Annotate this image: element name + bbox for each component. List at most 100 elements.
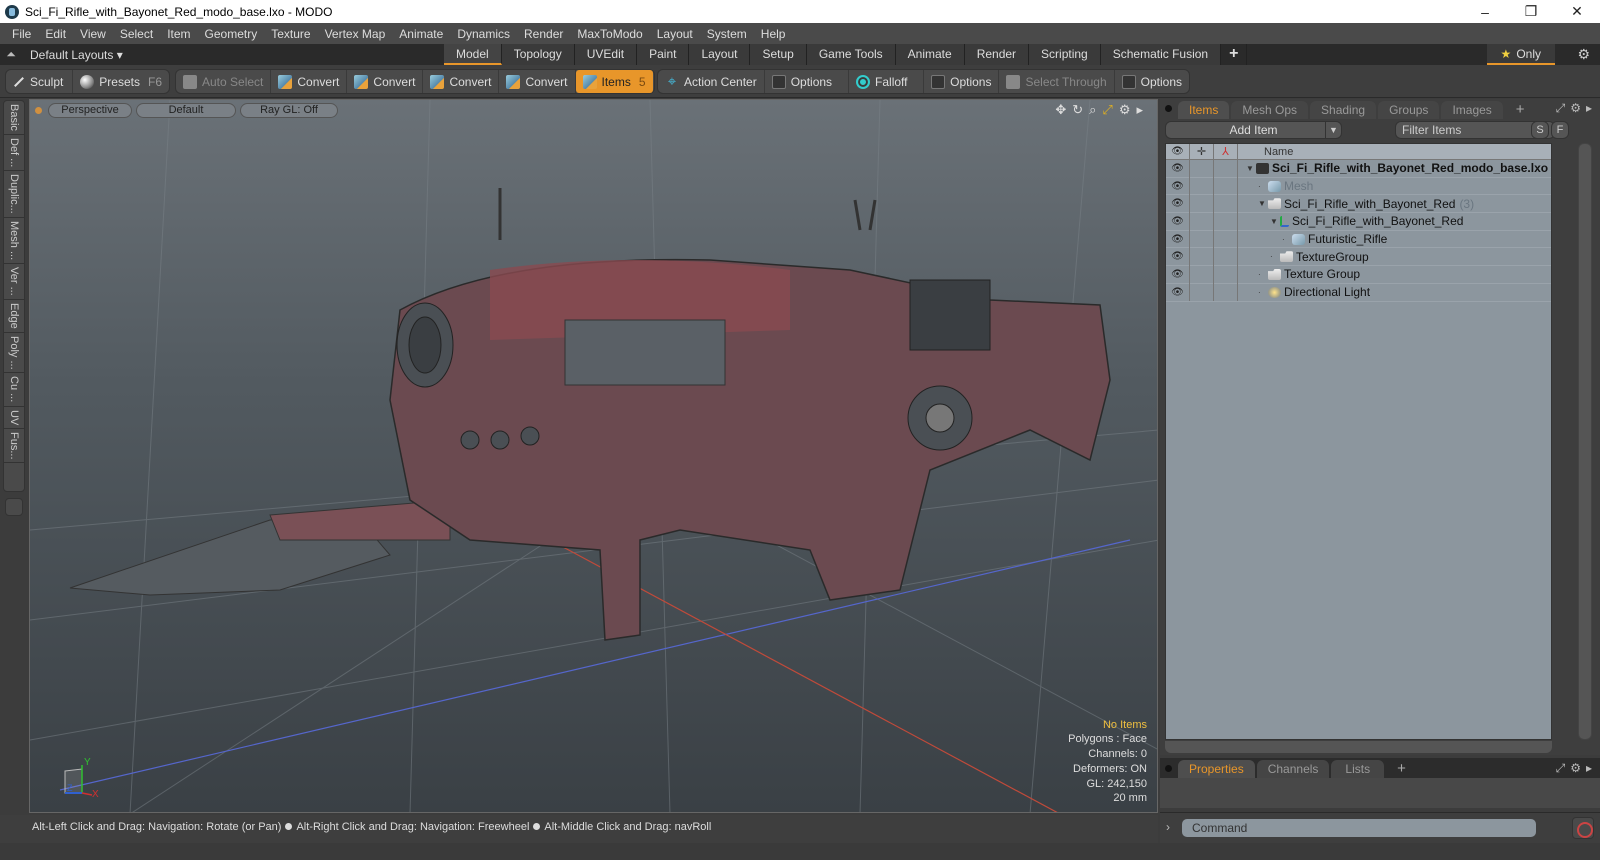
items-mode-button[interactable]: Items 5 <box>575 70 653 93</box>
tab-channels[interactable]: Channels <box>1256 760 1330 778</box>
vtab-fusion[interactable]: Fus... <box>4 429 24 464</box>
add-item-button[interactable]: Add Item ▼ <box>1165 121 1342 139</box>
zoom-icon[interactable]: ⌕ <box>1089 102 1096 118</box>
expand-arrow-icon[interactable]: ▸ <box>1136 102 1143 118</box>
only-toggle[interactable]: ★ Only <box>1486 44 1555 65</box>
vtab-curve[interactable]: Cu ... <box>4 373 24 407</box>
panel-menu-dot[interactable] <box>1165 105 1172 112</box>
viewport-gear-icon[interactable]: ⚙ <box>1119 102 1131 118</box>
f-filter-button[interactable]: F <box>1551 121 1569 139</box>
view-type-dropdown[interactable]: Perspective <box>48 102 132 118</box>
3d-viewport[interactable]: Perspective Default Ray GL: Off ✥ ↻ ⌕ ⤢ … <box>29 99 1158 813</box>
tree-row[interactable]: 👁 · Futuristic_Rifle <box>1166 230 1551 249</box>
tab-animate[interactable]: Animate <box>895 44 965 65</box>
panel-gear-icon[interactable]: ⚙ <box>1570 101 1581 116</box>
tab-setup[interactable]: Setup <box>750 44 807 65</box>
tab-properties[interactable]: Properties <box>1178 760 1255 778</box>
visibility-eye-icon[interactable]: 👁 <box>1171 216 1184 227</box>
vtab-polygon[interactable]: Poly ... <box>4 333 24 374</box>
tab-groups[interactable]: Groups <box>1378 101 1440 119</box>
lock-cell[interactable] <box>1190 265 1214 284</box>
menu-layout[interactable]: Layout <box>650 27 700 41</box>
expand-triangle-icon[interactable]: ▼ <box>1246 164 1256 173</box>
convert-vertices-button[interactable]: Convert <box>271 70 348 93</box>
pop-out-icon[interactable]: ⤢ <box>1556 761 1566 776</box>
close-button[interactable]: ✕ <box>1554 0 1600 23</box>
convert-materials-button[interactable]: Convert <box>499 70 576 93</box>
tree-row[interactable]: 👁 · TextureGroup <box>1166 247 1551 267</box>
lock-cell[interactable] <box>1190 159 1214 178</box>
vtab-edge[interactable]: Edge <box>4 300 24 333</box>
lock-cell[interactable] <box>1190 247 1214 266</box>
visibility-eye-icon[interactable]: 👁 <box>1171 234 1184 245</box>
visibility-eye-icon[interactable]: 👁 <box>1171 251 1184 262</box>
panel-gear-icon[interactable]: ⚙ <box>1570 761 1581 776</box>
vtab-deform[interactable]: Def ... <box>4 135 24 172</box>
record-macro-button[interactable] <box>1572 817 1594 839</box>
menu-geometry[interactable]: Geometry <box>198 27 265 41</box>
tree-row[interactable]: 👁 · Directional Light <box>1166 283 1551 302</box>
lock-cell[interactable] <box>1190 177 1214 195</box>
tab-scripting[interactable]: Scripting <box>1029 44 1101 65</box>
tree-row[interactable]: 👁 · Mesh <box>1166 177 1551 196</box>
tree-horizontal-scrollbar[interactable] <box>1165 741 1552 753</box>
pan-icon[interactable]: ✥ <box>1055 102 1066 118</box>
tab-uvedit[interactable]: UVEdit <box>574 44 638 65</box>
default-layouts-dropdown[interactable]: Default Layouts ▾ <box>30 48 123 62</box>
rotate-icon[interactable]: ↻ <box>1072 102 1083 118</box>
tab-shading[interactable]: Shading <box>1310 101 1377 119</box>
chevron-down-icon[interactable]: ▼ <box>1325 122 1341 138</box>
vtab-basic[interactable]: Basic <box>4 101 24 135</box>
menu-maxtomodo[interactable]: MaxToModo <box>570 27 649 41</box>
presets-button[interactable]: Presets F6 <box>73 70 169 93</box>
menu-help[interactable]: Help <box>754 27 793 41</box>
tab-schematic-fusion[interactable]: Schematic Fusion <box>1100 44 1222 65</box>
collapse-arrow-icon[interactable]: ⏶ <box>0 47 22 62</box>
tree-row[interactable]: 👁 · Texture Group <box>1166 265 1551 284</box>
expand-triangle-icon[interactable]: ▼ <box>1258 199 1268 208</box>
viewport-menu-dot[interactable] <box>35 106 42 114</box>
vtab-uv[interactable]: UV <box>4 407 24 429</box>
add-tab-button[interactable]: + <box>1386 760 1417 778</box>
tab-mesh-ops[interactable]: Mesh Ops <box>1231 101 1309 119</box>
menu-item[interactable]: Item <box>160 27 197 41</box>
add-tab-button[interactable]: + <box>1505 101 1536 119</box>
tab-render[interactable]: Render <box>964 44 1030 65</box>
tree-row[interactable]: 👁 ▼ Sci_Fi_Rifle_with_Bayonet_Red_modo_bas… <box>1166 159 1551 178</box>
panel-menu-dot[interactable] <box>1165 765 1172 772</box>
visibility-eye-icon[interactable]: 👁 <box>1171 163 1184 174</box>
menu-system[interactable]: System <box>700 27 754 41</box>
visibility-eye-icon[interactable]: 👁 <box>1171 269 1184 280</box>
tab-lists[interactable]: Lists <box>1331 760 1385 778</box>
add-layout-tab-button[interactable]: + <box>1221 44 1248 65</box>
shading-style-dropdown[interactable]: Default <box>136 102 236 118</box>
visibility-eye-icon[interactable]: 👁 <box>1171 181 1184 192</box>
pop-out-icon[interactable]: ⤢ <box>1556 101 1566 116</box>
raygl-toggle[interactable]: Ray GL: Off <box>240 102 338 118</box>
tab-game-tools[interactable]: Game Tools <box>806 44 896 65</box>
minimize-button[interactable]: – <box>1462 0 1508 23</box>
lock-cell[interactable] <box>1190 212 1214 231</box>
visibility-eye-icon[interactable]: 👁 <box>1171 287 1184 298</box>
lock-cell[interactable] <box>1190 230 1214 248</box>
convert-polygons-button[interactable]: Convert <box>423 70 500 93</box>
gear-icon[interactable]: ⚙ <box>1577 46 1590 63</box>
expand-triangle-icon[interactable]: ▼ <box>1270 217 1280 226</box>
sculpt-button[interactable]: Sculpt <box>6 70 74 93</box>
menu-animate[interactable]: Animate <box>392 27 450 41</box>
tab-topology[interactable]: Topology <box>501 44 575 65</box>
action-center-button[interactable]: ⌖ Action Center <box>658 70 765 93</box>
tab-model[interactable]: Model <box>444 44 502 65</box>
falloff-button[interactable]: Falloff <box>849 70 925 93</box>
vtab-duplicate[interactable]: Duplic... <box>4 171 24 218</box>
select-through-button[interactable]: Select Through <box>999 70 1115 93</box>
visibility-eye-icon[interactable]: 👁 <box>1171 198 1184 209</box>
command-input[interactable]: Command <box>1182 819 1536 837</box>
falloff-options-button[interactable]: Options <box>924 70 1000 93</box>
name-column-header[interactable]: Name <box>1238 144 1293 159</box>
vtab-vertex[interactable]: Ver ... <box>4 264 24 300</box>
panel-arrow-icon[interactable]: ▸ <box>1586 761 1592 776</box>
menu-render[interactable]: Render <box>517 27 570 41</box>
tree-row[interactable]: 👁 ▼ Sci_Fi_Rifle_with_Bayonet_Red <box>1166 212 1551 231</box>
menu-file[interactable]: File <box>5 27 38 41</box>
